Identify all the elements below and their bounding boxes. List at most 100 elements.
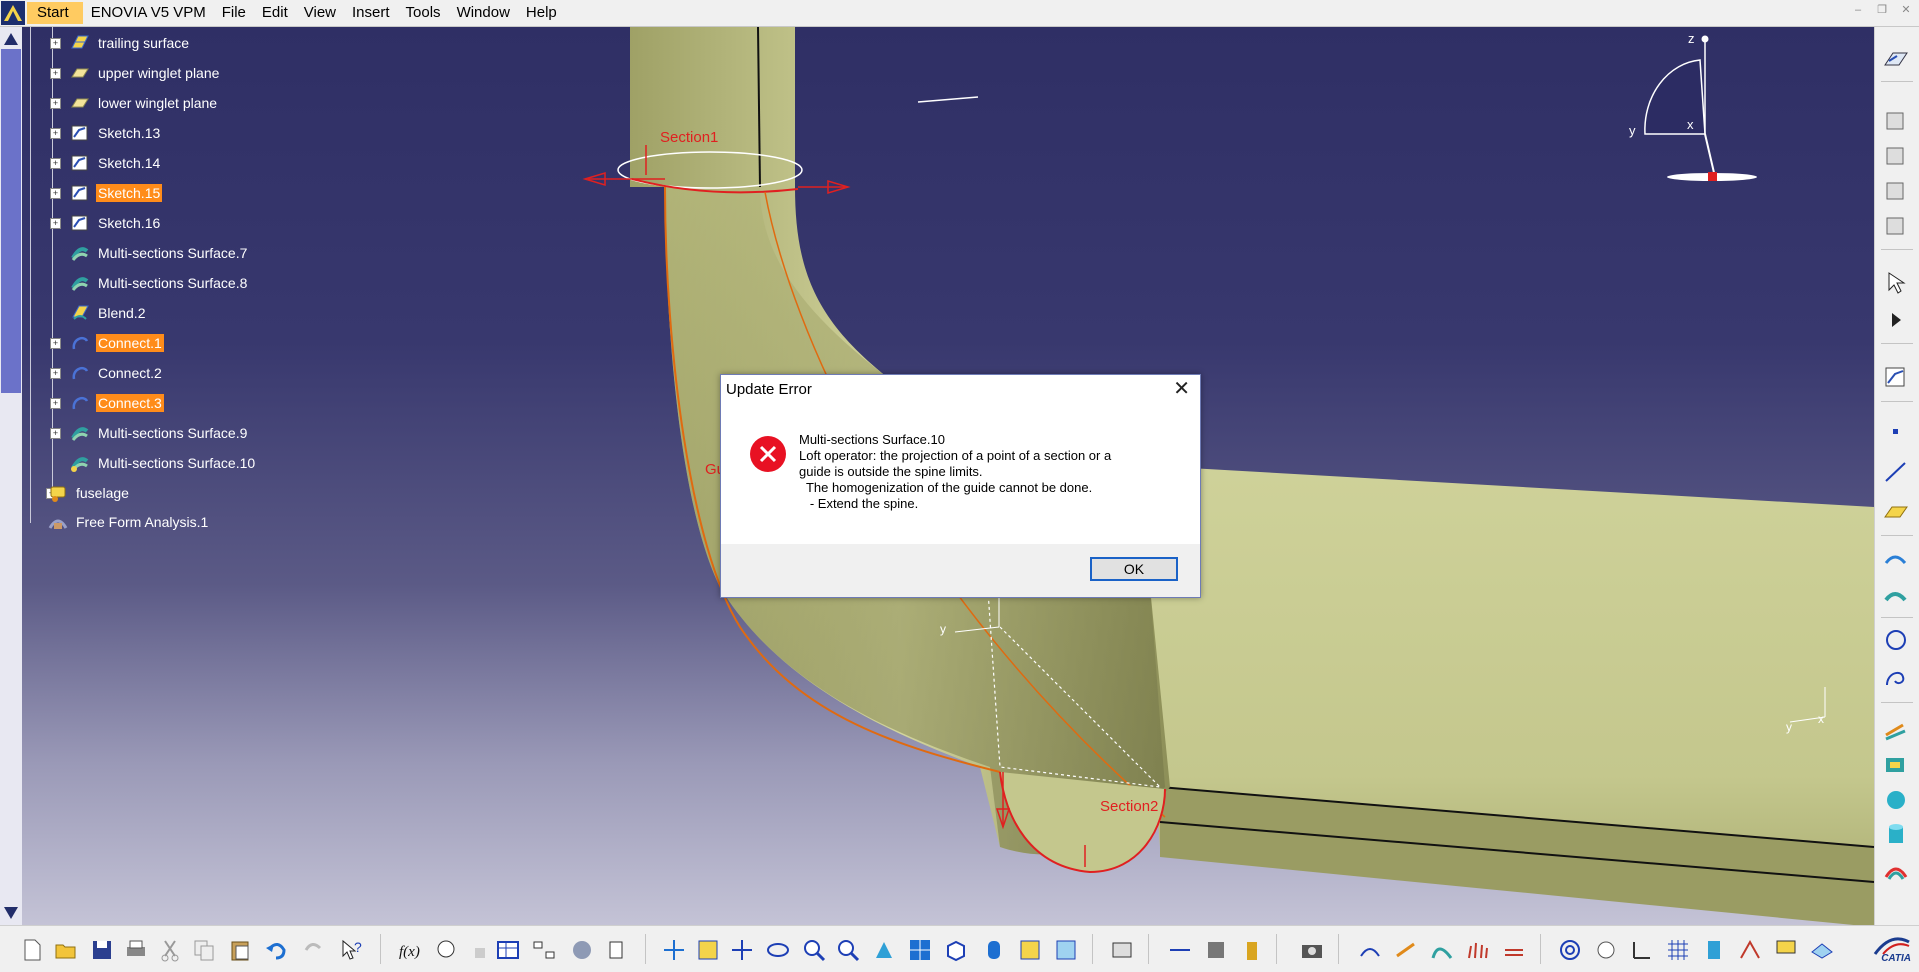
- revolve-icon[interactable]: [1883, 753, 1909, 779]
- swap-space-icon[interactable]: [1054, 938, 1078, 962]
- play-icon[interactable]: [1883, 307, 1909, 333]
- tree-item-connect-2[interactable]: + Connect.2: [50, 362, 164, 384]
- undo-icon[interactable]: [264, 938, 288, 962]
- lock-icon[interactable]: [468, 938, 492, 962]
- menu-edit[interactable]: Edit: [254, 2, 296, 24]
- axis-icon[interactable]: [1630, 938, 1654, 962]
- expand-toggle[interactable]: +: [50, 428, 61, 439]
- measure-inertia-icon[interactable]: [1240, 938, 1264, 962]
- open-folder-icon[interactable]: [54, 938, 78, 962]
- scroll-down-arrow[interactable]: [4, 907, 18, 919]
- scan-icon[interactable]: [1883, 214, 1909, 240]
- tree-item-multi-sections-surface-7[interactable]: Multi-sections Surface.7: [70, 242, 249, 264]
- rotate-icon[interactable]: [766, 938, 790, 962]
- expand-toggle[interactable]: +: [50, 188, 61, 199]
- grid-icon[interactable]: [1666, 938, 1690, 962]
- menu-insert[interactable]: Insert: [344, 2, 398, 24]
- compass-z-knob[interactable]: [1701, 35, 1709, 43]
- scroll-up-arrow[interactable]: [4, 33, 18, 45]
- tree-item-multi-sections-surface-9[interactable]: + Multi-sections Surface.9: [50, 422, 249, 444]
- expand-toggle[interactable]: +: [50, 368, 61, 379]
- table-icon[interactable]: [496, 938, 520, 962]
- sphere-icon[interactable]: [1883, 787, 1909, 813]
- line-icon[interactable]: [1883, 459, 1909, 485]
- hand-icon[interactable]: [1594, 938, 1618, 962]
- scan-icon[interactable]: [1883, 144, 1909, 170]
- knowledge-icon[interactable]: [434, 938, 458, 962]
- fly-mode-icon[interactable]: [662, 938, 686, 962]
- cut-icon[interactable]: [158, 938, 182, 962]
- capture-camera-icon[interactable]: [1300, 938, 1324, 962]
- hide-show-icon[interactable]: [1018, 938, 1042, 962]
- menu-help[interactable]: Help: [518, 2, 565, 24]
- structure-icon[interactable]: [532, 938, 556, 962]
- extrude-icon[interactable]: [1883, 717, 1909, 743]
- plane-icon[interactable]: [1883, 499, 1909, 525]
- select-arrow-icon[interactable]: [1883, 270, 1909, 296]
- tree-item-free-form-analysis-1[interactable]: Free Form Analysis.1: [48, 511, 210, 533]
- new-file-icon[interactable]: [20, 938, 44, 962]
- cutting-planes-icon[interactable]: [1502, 938, 1526, 962]
- tree-item-multi-sections-surface-8[interactable]: Multi-sections Surface.8: [70, 272, 249, 294]
- measure-between-icon[interactable]: [1168, 938, 1192, 962]
- print-icon[interactable]: [124, 938, 148, 962]
- spiral-icon[interactable]: [1558, 938, 1582, 962]
- save-icon[interactable]: [90, 938, 114, 962]
- tree-item-sketch-14[interactable]: + Sketch.14: [50, 152, 162, 174]
- point-icon[interactable]: [1883, 419, 1909, 445]
- tree-item-trailing-surface[interactable]: + trailing surface: [50, 32, 191, 54]
- projection-icon[interactable]: [1883, 547, 1909, 573]
- expand-toggle[interactable]: +: [50, 158, 61, 169]
- options-icon[interactable]: [606, 938, 630, 962]
- tree-item-upper-winglet-plane[interactable]: + upper winglet plane: [50, 62, 221, 84]
- connect-checker-icon[interactable]: [1358, 938, 1382, 962]
- tree-item-sketch-13[interactable]: + Sketch.13: [50, 122, 162, 144]
- tree-item-connect-1[interactable]: + Connect.1: [50, 332, 164, 354]
- restore-button[interactable]: ❐: [1875, 3, 1889, 17]
- surface-curvature-icon[interactable]: [1430, 938, 1454, 962]
- spline-icon[interactable]: [1883, 665, 1909, 691]
- expand-toggle[interactable]: +: [50, 98, 61, 109]
- sketch-plane-icon[interactable]: [1883, 47, 1909, 73]
- menu-enovia[interactable]: ENOVIA V5 VPM: [83, 2, 214, 24]
- apply-material-icon[interactable]: [1110, 938, 1134, 962]
- tooltip-icon[interactable]: [1774, 938, 1798, 962]
- offset-icon[interactable]: [1883, 857, 1909, 883]
- whats-this-icon[interactable]: ?: [340, 938, 364, 962]
- minimize-button[interactable]: –: [1851, 3, 1865, 17]
- tree-scrollbar[interactable]: [0, 27, 22, 925]
- circle-icon[interactable]: [1883, 627, 1909, 653]
- catia-app-icon[interactable]: [1, 1, 25, 25]
- catalog-icon[interactable]: [570, 938, 594, 962]
- expand-toggle[interactable]: +: [50, 68, 61, 79]
- close-window-button[interactable]: ✕: [1899, 3, 1913, 17]
- copy-icon[interactable]: [192, 938, 216, 962]
- tree-item-connect-3[interactable]: + Connect.3: [50, 392, 164, 414]
- scan-icon[interactable]: [1883, 109, 1909, 135]
- compass-red-handle[interactable]: [1708, 172, 1717, 181]
- normal-view-icon[interactable]: [872, 938, 896, 962]
- shading-icon[interactable]: [982, 938, 1006, 962]
- menu-view[interactable]: View: [296, 2, 344, 24]
- paste-icon[interactable]: [228, 938, 252, 962]
- cylinder-icon[interactable]: [1883, 822, 1909, 848]
- fit-all-icon[interactable]: [696, 938, 720, 962]
- expand-toggle[interactable]: +: [50, 128, 61, 139]
- ok-button[interactable]: OK: [1090, 557, 1178, 581]
- tree-item-multi-sections-surface-10[interactable]: Multi-sections Surface.10: [70, 452, 257, 474]
- menu-file[interactable]: File: [214, 2, 254, 24]
- layer-icon[interactable]: [1810, 938, 1834, 962]
- menu-tools[interactable]: Tools: [398, 2, 449, 24]
- snap-icon[interactable]: [1738, 938, 1762, 962]
- zoom-out-icon[interactable]: [836, 938, 860, 962]
- porcupine-icon[interactable]: [1466, 938, 1490, 962]
- scan-icon[interactable]: [1883, 179, 1909, 205]
- multi-view-icon[interactable]: [908, 938, 932, 962]
- pan-icon[interactable]: [730, 938, 754, 962]
- intersection-icon[interactable]: [1883, 582, 1909, 608]
- sketch-icon[interactable]: [1883, 365, 1909, 391]
- zoom-in-icon[interactable]: [802, 938, 826, 962]
- expand-toggle[interactable]: +: [50, 218, 61, 229]
- redo-icon[interactable]: [302, 938, 326, 962]
- menu-start[interactable]: Start: [27, 2, 83, 24]
